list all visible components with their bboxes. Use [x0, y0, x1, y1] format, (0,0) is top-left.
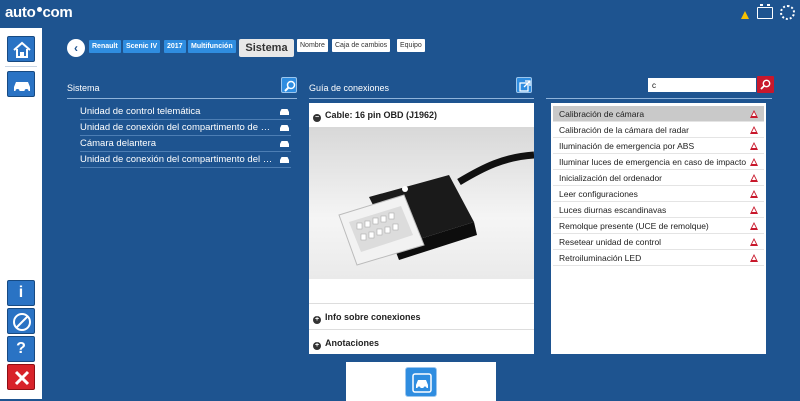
guide-title: Guía de conexiones — [309, 83, 390, 93]
function-label: Calibración de cámara — [559, 109, 645, 119]
systems-search-button[interactable] — [281, 77, 297, 93]
info-button[interactable]: i — [7, 280, 35, 306]
chevron-left-icon: ‹ — [74, 41, 78, 55]
system-item-label: Cámara delantera — [80, 138, 157, 149]
tab-sistema[interactable]: Sistema — [239, 39, 294, 57]
function-item[interactable]: Remolque presente (UCE de remolque) — [553, 218, 764, 234]
car-icon — [280, 157, 289, 163]
function-item[interactable]: Iluminación de emergencia por ABS — [553, 138, 764, 154]
disconnect-icon — [13, 313, 31, 331]
tab-equipo[interactable]: Equipo — [397, 39, 425, 52]
function-item[interactable]: Retroiluminación LED — [553, 250, 764, 266]
function-item[interactable]: Calibración de la cámara del radar — [553, 122, 764, 138]
function-label: Inicialización del ordenador — [559, 173, 663, 183]
expand-plus-icon: + — [313, 342, 321, 350]
breadcrumb-item-model[interactable]: Scenic IV — [123, 40, 161, 53]
warning-triangle-icon — [750, 158, 758, 166]
tab-caja-de-cambios[interactable]: Caja de cambios — [332, 39, 391, 52]
guide-open-button[interactable] — [516, 77, 532, 93]
warning-triangle-icon — [750, 142, 758, 150]
breadcrumb-item-make[interactable]: Renault — [89, 40, 121, 53]
system-item[interactable]: Unidad de conexión del compartimento del… — [80, 152, 291, 168]
function-label: Calibración de la cámara del radar — [559, 125, 689, 135]
function-search-button[interactable] — [757, 76, 774, 93]
systems-title: Sistema — [67, 83, 100, 93]
system-item[interactable]: Unidad de conexión del compartimento de … — [80, 120, 291, 136]
function-item[interactable]: Inicialización del ordenador — [553, 170, 764, 186]
warning-triangle-icon — [750, 206, 758, 214]
function-item[interactable]: Iluminar luces de emergencia en caso de … — [553, 154, 764, 170]
car-icon — [280, 125, 289, 131]
divider — [309, 98, 534, 99]
cable-label: Cable: 16 pin OBD (J1962) — [325, 110, 438, 120]
warning-triangle-icon — [750, 222, 758, 230]
function-label: Leer configuraciones — [559, 189, 638, 199]
system-item-label: Unidad de control telemática — [80, 106, 201, 117]
info-conexiones-section[interactable]: + Info sobre conexiones — [309, 303, 534, 329]
tab-nombre[interactable]: Nombre — [297, 39, 328, 52]
battery-icon — [757, 4, 773, 19]
system-item[interactable]: Unidad de control telemática — [80, 104, 291, 120]
no-connection-button[interactable] — [7, 308, 35, 334]
back-button[interactable]: ‹ — [67, 39, 85, 57]
warning-triangle-icon — [750, 126, 758, 134]
home-button[interactable] — [7, 36, 35, 62]
function-list-panel: Calibración de cámara Calibración de la … — [551, 103, 766, 354]
vehicle-diagnostics-button[interactable] — [7, 71, 35, 97]
car-icon — [280, 109, 289, 115]
section-label: Anotaciones — [325, 338, 380, 348]
system-item-label: Unidad de conexión del compartimento de … — [80, 122, 285, 133]
expand-plus-icon: + — [313, 316, 321, 324]
breadcrumb-item-category[interactable]: Multifunción — [188, 40, 236, 53]
function-item[interactable]: Leer configuraciones — [553, 186, 764, 202]
close-button[interactable] — [7, 364, 35, 390]
external-link-icon — [519, 80, 531, 92]
warning-triangle-icon — [750, 238, 758, 246]
function-item[interactable]: Resetear unidad de control — [553, 234, 764, 250]
function-item[interactable]: Calibración de cámara — [553, 106, 764, 122]
section-label: Info sobre conexiones — [325, 312, 421, 322]
system-item[interactable]: Cámara delantera — [80, 136, 291, 152]
settings-gear-icon[interactable] — [780, 5, 795, 20]
car-icon — [14, 82, 30, 93]
help-icon: ? — [16, 340, 26, 357]
warning-triangle-icon — [750, 174, 758, 182]
divider — [546, 98, 772, 99]
function-label: Iluminación de emergencia por ABS — [559, 141, 695, 151]
left-sidebar: i ? — [0, 28, 42, 399]
run-function-button[interactable] — [405, 367, 437, 397]
home-icon — [13, 41, 31, 58]
warning-triangle-icon — [750, 190, 758, 198]
function-search-input[interactable] — [648, 78, 756, 92]
magnifier-icon — [760, 79, 771, 90]
anotaciones-section[interactable]: + Anotaciones — [309, 329, 534, 355]
function-label: Resetear unidad de control — [559, 237, 662, 247]
function-item[interactable]: Luces diurnas escandinavas — [553, 202, 764, 218]
bottom-action-bar — [346, 362, 496, 401]
function-label: Retroiluminación LED — [559, 253, 642, 263]
info-icon: i — [18, 284, 24, 301]
function-label: Luces diurnas escandinavas — [559, 205, 667, 215]
breadcrumb-item-year[interactable]: 2017 — [164, 40, 186, 53]
collapse-minus-icon: − — [313, 114, 321, 122]
help-button[interactable]: ? — [7, 336, 35, 362]
function-label: Iluminar luces de emergencia en caso de … — [559, 157, 747, 167]
system-item-label: Unidad de conexión del compartimento del… — [80, 154, 291, 165]
close-icon — [14, 370, 30, 386]
obd-cable-illustration — [338, 151, 534, 266]
divider — [67, 98, 297, 99]
obd-connector-image — [309, 127, 534, 279]
warning-icon[interactable] — [741, 11, 749, 19]
warning-triangle-icon — [750, 254, 758, 262]
connection-guide-panel: − Cable: 16 pin OBD (J1962) + Info sobre c… — [309, 103, 534, 354]
cable-section-header[interactable]: − Cable: 16 pin OBD (J1962) — [313, 110, 437, 122]
autocom-logo: auto com — [5, 4, 73, 21]
warning-triangle-icon — [750, 110, 758, 118]
top-bar: auto com — [0, 0, 800, 28]
magnifier-icon — [284, 80, 296, 92]
car-diagnostic-icon — [412, 373, 432, 393]
function-label: Remolque presente (UCE de remolque) — [559, 221, 709, 231]
car-icon — [280, 141, 289, 147]
